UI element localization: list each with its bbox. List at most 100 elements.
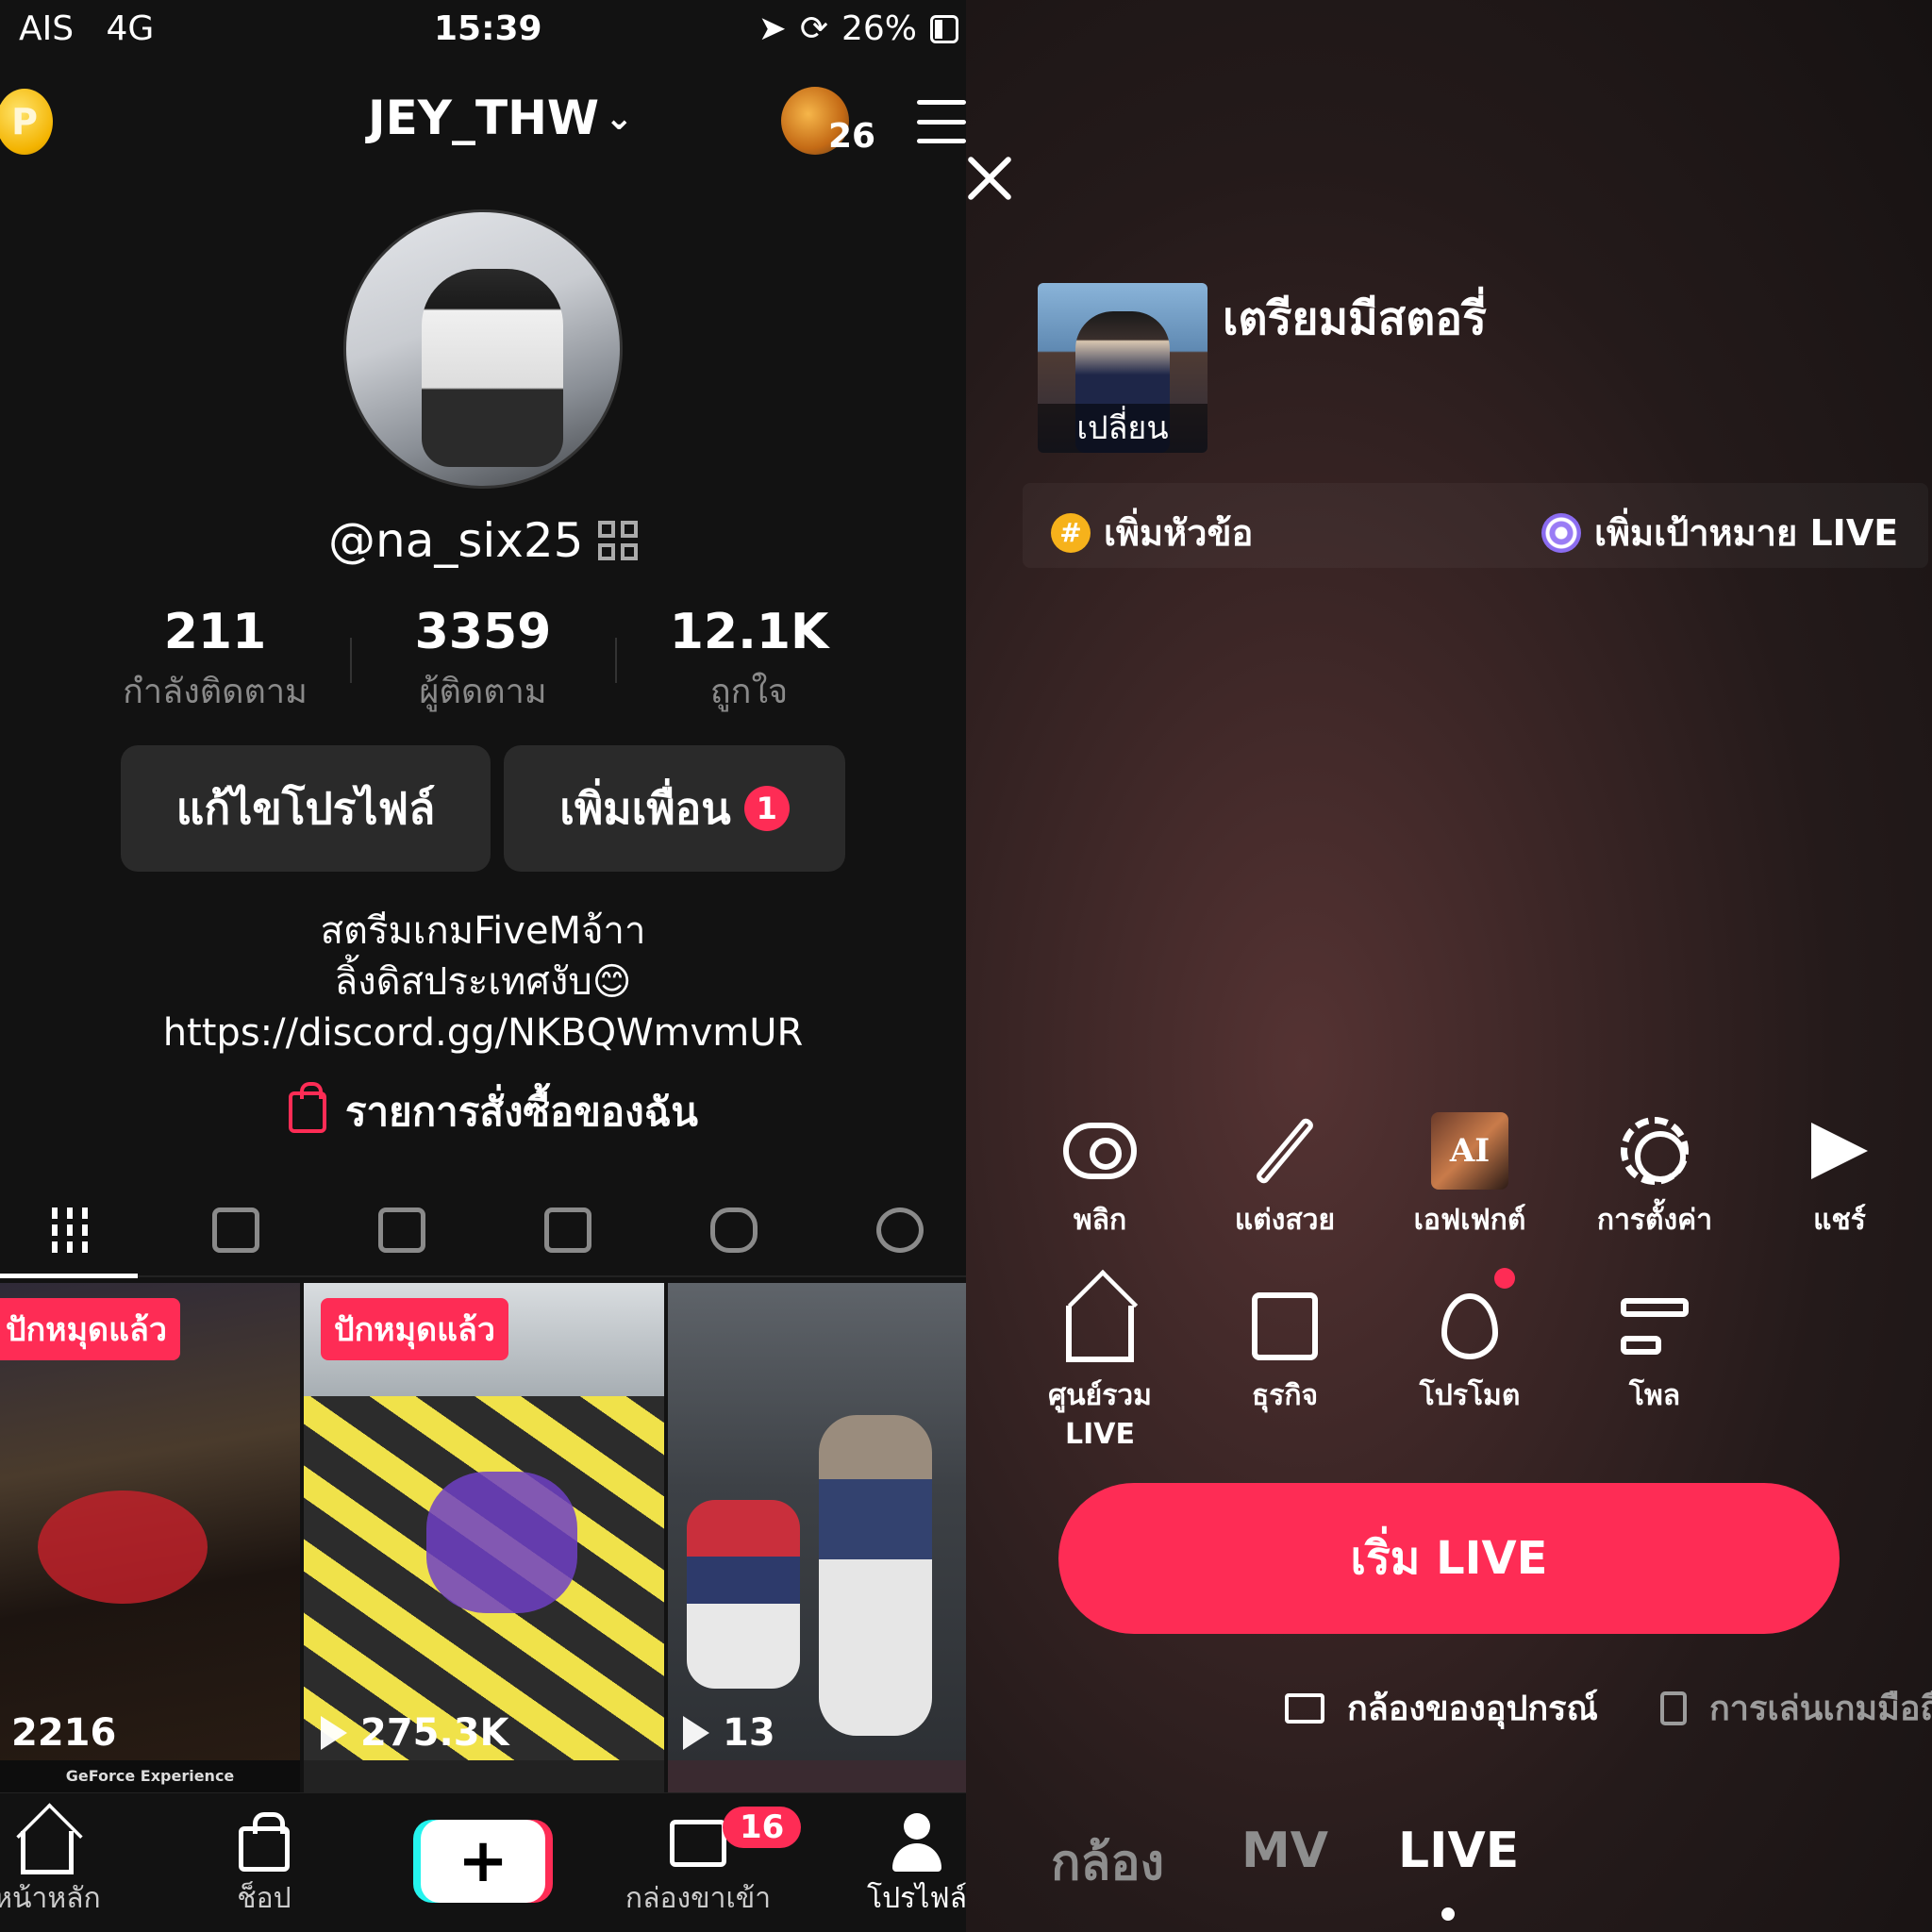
mode-live[interactable]: LIVE — [1398, 1823, 1519, 1879]
source-device-camera[interactable]: กล้องของอุปกรณ์ — [1285, 1681, 1598, 1735]
view-count: 275.3K — [321, 1711, 509, 1755]
status-bar: AIS 4G 15:39 ➤ ⟳ 26% — [0, 0, 966, 60]
add-friends-badge: 1 — [743, 786, 790, 831]
tool-share[interactable]: แชร์ — [1755, 1104, 1924, 1242]
video-caption-strip — [668, 1760, 966, 1792]
mode-mv[interactable]: MV — [1241, 1823, 1328, 1879]
view-count-value: 2216 — [11, 1711, 117, 1755]
profile-avatar[interactable] — [343, 209, 623, 489]
video-caption: GeForce Experience — [0, 1760, 300, 1792]
poll-icon — [1621, 1298, 1689, 1355]
add-friends-button[interactable]: เพิ่มเพื่อน 1 — [504, 745, 845, 872]
bio-link[interactable]: https://discord.gg/NKBQWmvmUR — [0, 1008, 966, 1058]
play-icon — [321, 1716, 347, 1750]
video-thumbnail[interactable]: 13 — [668, 1283, 966, 1792]
status-right: ➤ ⟳ 26% — [758, 9, 958, 48]
nav-profile[interactable]: โปรไฟล์ — [841, 1810, 966, 1921]
pinned-tag: ปักหมุดแล้ว — [321, 1298, 508, 1360]
stat-label: ถูกใจ — [709, 673, 789, 711]
tool-label: เอฟเฟกต์ — [1413, 1204, 1526, 1237]
tool-label: โพล — [1628, 1379, 1681, 1412]
start-live-button[interactable]: เริ่ม LIVE — [1058, 1483, 1840, 1634]
profile-handle: @na_six25 — [328, 513, 639, 568]
inbox-icon — [670, 1820, 726, 1867]
video-thumbnail[interactable]: ปักหมุดแล้ว 2216 GeForce Experience — [0, 1283, 300, 1792]
tool-label: ศูนย์รวม LIVE — [1048, 1379, 1152, 1451]
tab-reposts[interactable] — [706, 1202, 762, 1258]
tool-effects[interactable]: AI เอฟเฟกต์ — [1385, 1104, 1555, 1242]
tool-poll[interactable]: โพล — [1570, 1279, 1740, 1418]
effect-thumbnail-icon: AI — [1431, 1112, 1508, 1190]
carrier-label: AIS 4G — [19, 9, 155, 48]
change-cover-label[interactable]: เปลี่ยน — [1038, 404, 1208, 453]
tool-label: แต่งสวย — [1234, 1204, 1336, 1237]
add-goal-button[interactable]: เพิ่มเป้าหมาย LIVE — [1541, 504, 1898, 561]
qr-code-icon[interactable] — [598, 521, 639, 560]
tab-private[interactable] — [374, 1202, 430, 1258]
create-button[interactable]: + — [421, 1820, 545, 1903]
stat-value: 211 — [163, 604, 267, 660]
nav-inbox-label: กล่องขาเข้า — [625, 1882, 772, 1915]
coin-icon[interactable]: P — [0, 89, 53, 155]
tool-label: พลิก — [1073, 1204, 1127, 1237]
flip-camera-icon — [1063, 1123, 1137, 1179]
location-icon: ➤ — [758, 9, 787, 48]
video-thumbnail[interactable]: ปักหมุดแล้ว 275.3K — [304, 1283, 664, 1792]
hamburger-menu-icon[interactable] — [917, 100, 966, 143]
profile-tabs — [0, 1179, 966, 1278]
add-topic-button[interactable]: # เพิ่มหัวข้อ — [1051, 504, 1253, 561]
repost-icon — [710, 1208, 758, 1253]
tool-label: แชร์ — [1813, 1204, 1866, 1237]
live-title-input[interactable]: เตรียมมีสตอรี่ — [1223, 283, 1487, 355]
nav-home[interactable]: หน้าหลัก — [0, 1810, 123, 1921]
tool-settings[interactable]: การตั้งค่า — [1570, 1104, 1740, 1242]
active-mode-indicator — [1441, 1907, 1455, 1921]
my-orders-link[interactable]: รายการสั่งซื้อของฉัน — [289, 1081, 698, 1143]
play-icon — [683, 1716, 709, 1750]
video-grid: ปักหมุดแล้ว 2216 GeForce Experience ปักห… — [0, 1283, 966, 1792]
tool-promote[interactable]: โปรโมต — [1385, 1279, 1555, 1418]
tab-hidden[interactable] — [540, 1202, 596, 1258]
view-count: 13 — [683, 1711, 775, 1755]
source-camera-label: กล้องของอุปกรณ์ — [1347, 1690, 1598, 1728]
edit-profile-button[interactable]: แก้ไขโปรไฟล์ — [121, 745, 491, 872]
tool-flip[interactable]: พลิก — [1015, 1104, 1185, 1242]
nav-home-label: หน้าหลัก — [0, 1882, 101, 1915]
bio-line: สตรีมเกมFiveMจ้าา — [320, 909, 646, 953]
battery-icon — [930, 14, 958, 43]
nav-profile-label: โปรไฟล์ — [867, 1882, 966, 1915]
bio-line: ลิ้งดิสประเทศงับ😊 — [334, 960, 632, 1004]
tool-live-center[interactable]: ศูนย์รวม LIVE — [1015, 1279, 1185, 1451]
hidden-heart-icon — [876, 1208, 924, 1253]
add-friends-label: เพิ่มเพื่อน — [559, 782, 731, 834]
stat-likes[interactable]: 12.1K ถูกใจ — [617, 604, 881, 718]
live-cover[interactable]: เปลี่ยน — [1038, 283, 1208, 453]
username-label: JEY_THW — [368, 91, 600, 145]
notification-dot — [1494, 1268, 1515, 1289]
tab-shop[interactable] — [208, 1202, 264, 1258]
mode-camera[interactable]: กล้อง — [1051, 1823, 1164, 1901]
active-tab-indicator — [0, 1274, 138, 1278]
source-mobile-gaming[interactable]: การเล่นเกมมือถือ — [1660, 1681, 1932, 1735]
nav-shop[interactable]: ช็อป — [189, 1810, 340, 1921]
tool-beauty[interactable]: แต่งสวย — [1200, 1104, 1370, 1242]
close-icon[interactable] — [966, 155, 1013, 202]
tool-label: ธุรกิจ — [1251, 1379, 1319, 1412]
hashtag-icon: # — [1051, 512, 1091, 553]
stat-label: กำลังติดตาม — [123, 673, 308, 711]
account-switcher[interactable]: JEY_THW ⌄ — [368, 91, 633, 145]
storefront-icon — [1252, 1292, 1318, 1360]
tool-label: การตั้งค่า — [1596, 1204, 1713, 1237]
tab-videos[interactable] — [42, 1202, 98, 1258]
view-count-value: 275.3K — [360, 1711, 509, 1755]
stat-label: ผู้ติดตาม — [419, 673, 547, 711]
live-setup-screen: เปลี่ยน เตรียมมีสตอรี่ # เพิ่มหัวข้อ เพิ… — [966, 0, 1932, 1932]
live-options-row: # เพิ่มหัวข้อ เพิ่มเป้าหมาย LIVE — [1023, 483, 1928, 568]
video-caption-strip — [304, 1760, 664, 1792]
magic-wand-icon — [1254, 1116, 1316, 1186]
stat-following[interactable]: 211 กำลังติดตาม — [83, 604, 347, 718]
tool-business[interactable]: ธุรกิจ — [1200, 1279, 1370, 1418]
stat-followers[interactable]: 3359 ผู้ติดตาม — [351, 604, 615, 718]
tab-liked[interactable] — [872, 1202, 928, 1258]
shop-bag-icon — [212, 1208, 259, 1253]
